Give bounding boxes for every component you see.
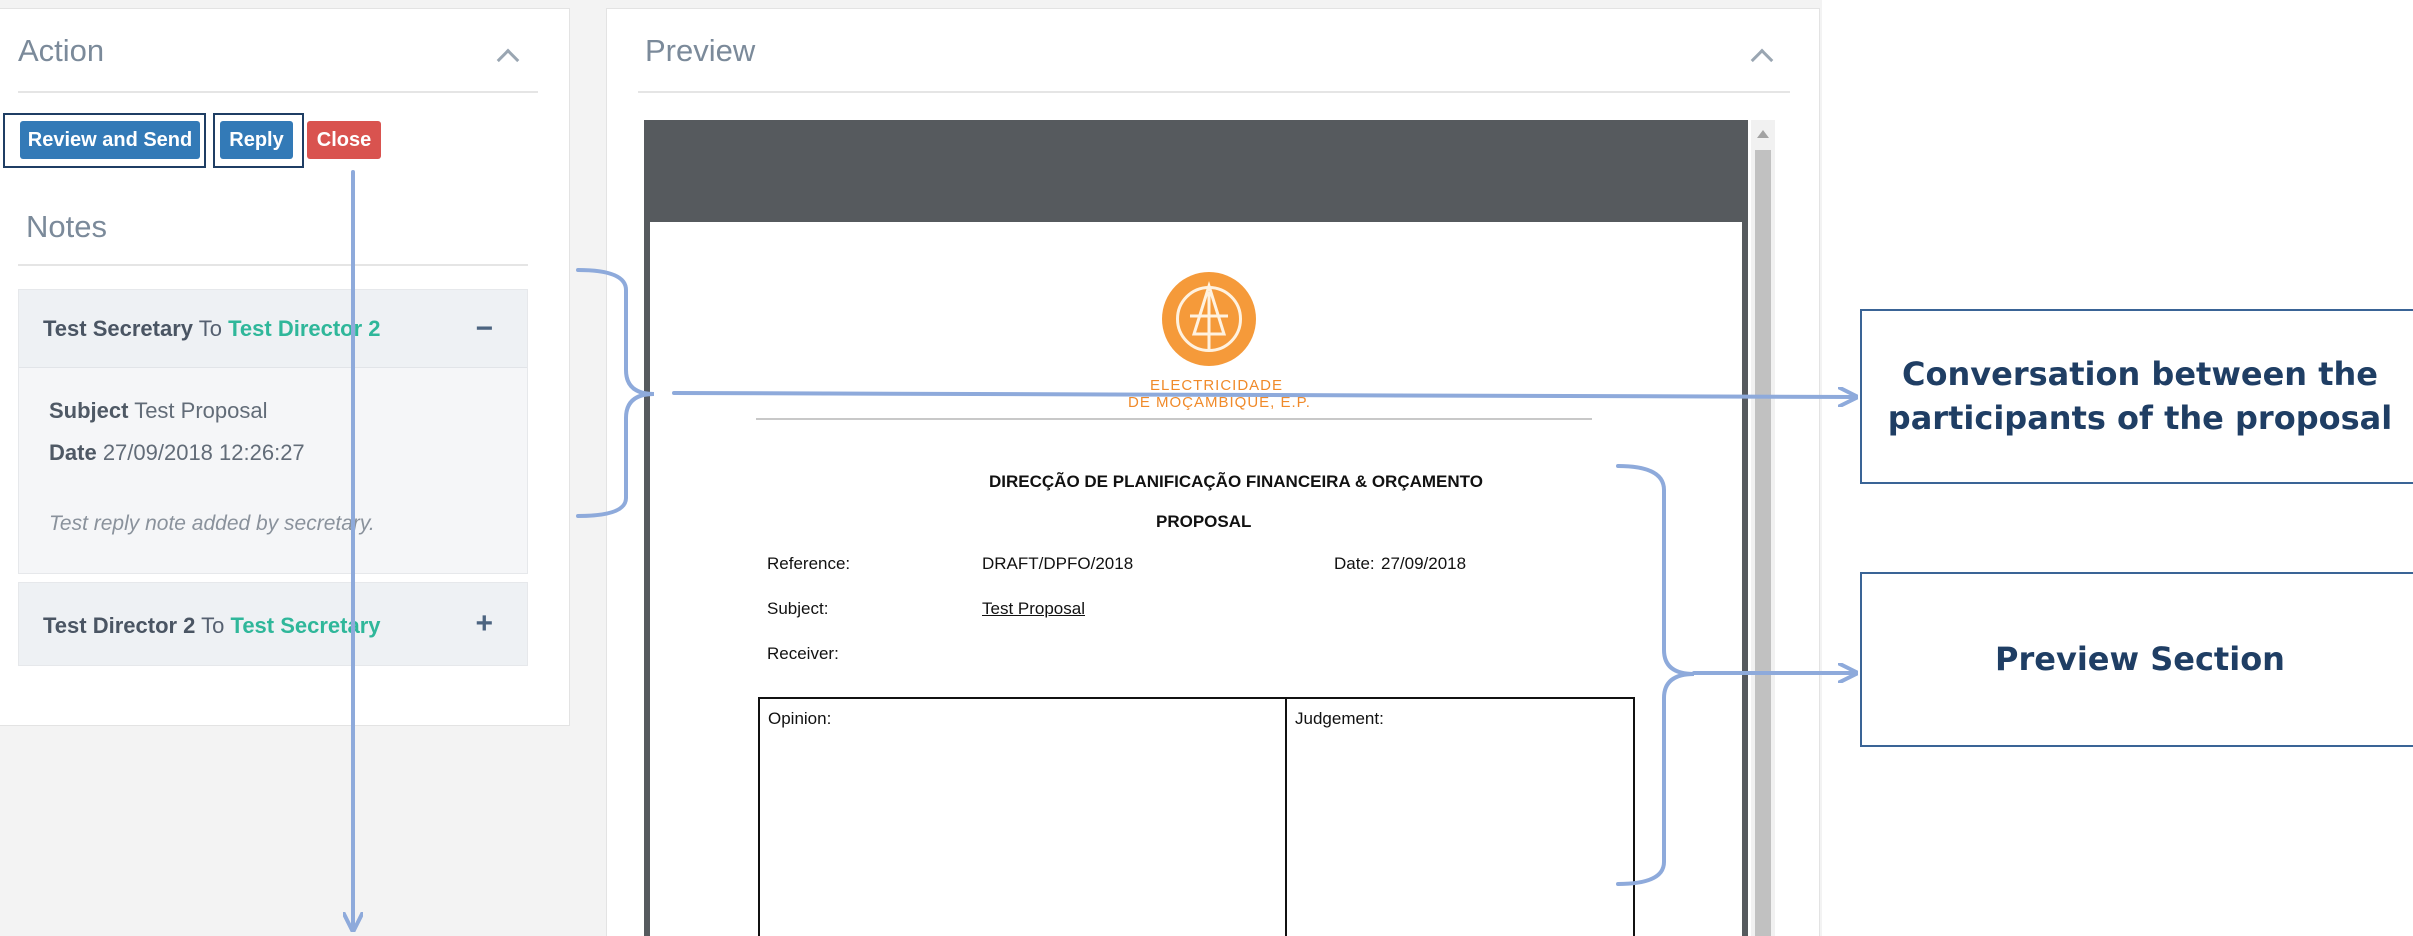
conversation-brace — [576, 268, 655, 518]
conversation-arrow — [672, 393, 1856, 397]
conversation-callout: Conversation between the participants of… — [1860, 309, 2413, 484]
preview-callout: Preview Section — [1860, 572, 2413, 747]
preview-brace — [1616, 464, 1695, 886]
screenshot-stage: Action Review and Send Reply Close Notes… — [0, 0, 2413, 936]
